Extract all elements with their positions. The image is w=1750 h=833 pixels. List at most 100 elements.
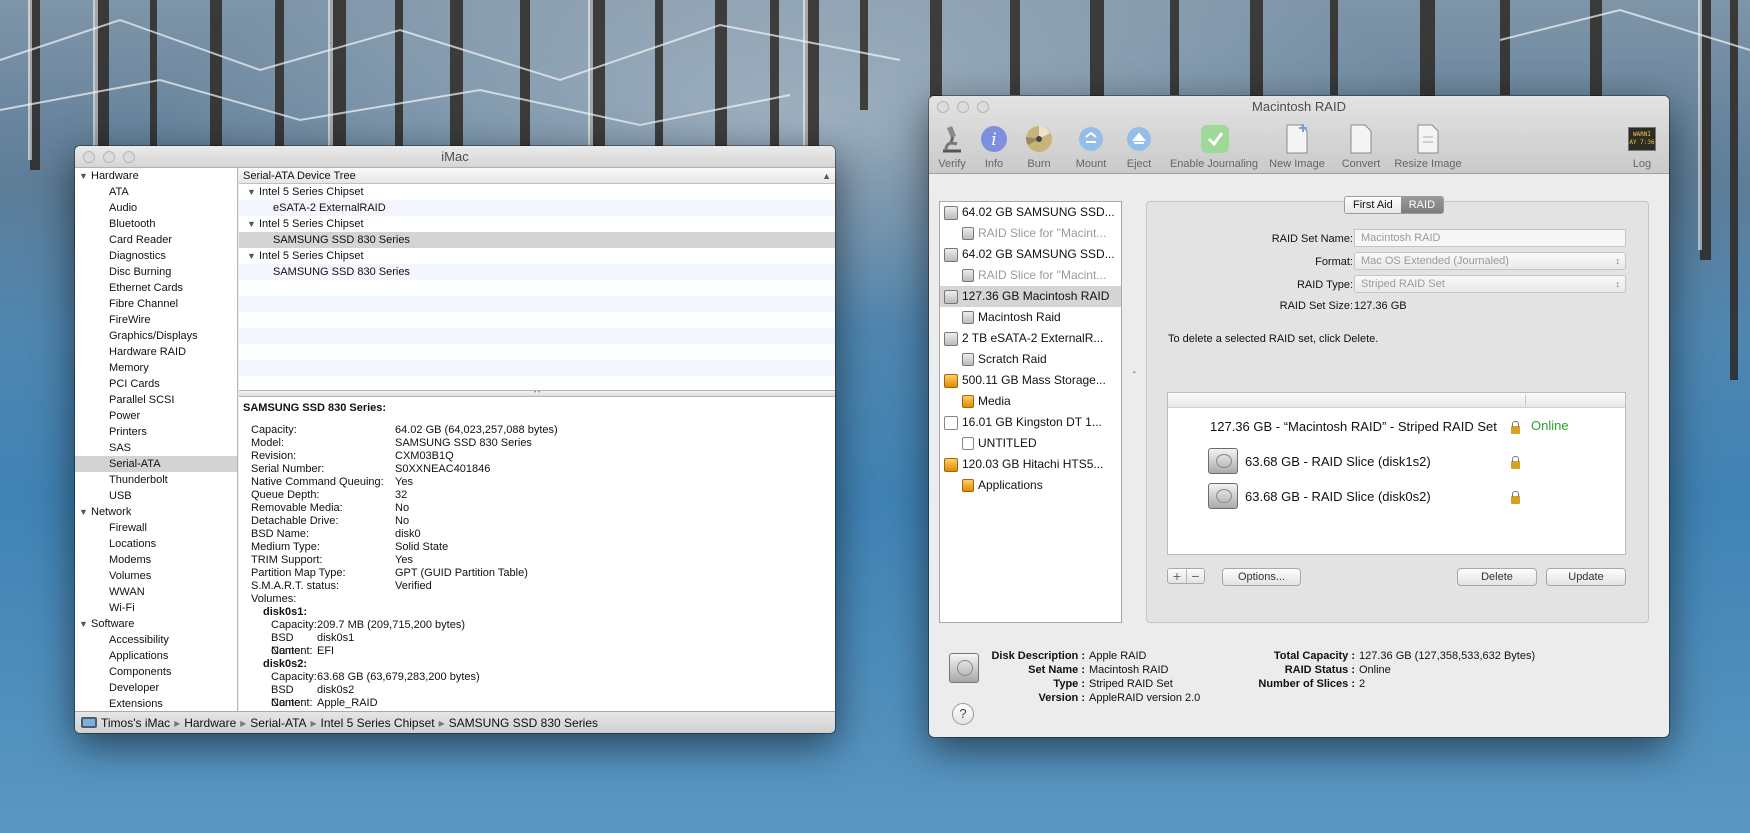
delete-button[interactable]: Delete	[1457, 568, 1537, 586]
sidebar-item[interactable]: Bluetooth	[75, 216, 237, 232]
disclosure-triangle-icon[interactable]: ▼	[247, 184, 259, 200]
device-tree-row[interactable]: SAMSUNG SSD 830 Series	[239, 264, 835, 280]
sidebar-item[interactable]: Applications	[75, 648, 237, 664]
sidebar-item[interactable]: Components	[75, 664, 237, 680]
tab-first-aid[interactable]: First Aid	[1345, 197, 1401, 213]
sidebar-item[interactable]: Wi-Fi	[75, 600, 237, 616]
raid-slice-row[interactable]: 63.68 GB - RAID Slice (disk0s2)	[1245, 489, 1431, 504]
disk-item[interactable]: 64.02 GB SAMSUNG SSD...	[940, 202, 1121, 223]
volume-item[interactable]: RAID Slice for "Macint...	[940, 265, 1121, 286]
sidebar-item[interactable]: Fibre Channel	[75, 296, 237, 312]
mount-button[interactable]: Mount	[1066, 124, 1116, 170]
sidebar-item[interactable]: Firewall	[75, 520, 237, 536]
disk-item[interactable]: 120.03 GB Hitachi HTS5...	[940, 454, 1121, 475]
sidebar-item[interactable]: Hardware RAID	[75, 344, 237, 360]
add-button[interactable]: +	[1168, 569, 1186, 583]
volume-item[interactable]: Scratch Raid	[940, 349, 1121, 370]
convert-button[interactable]: Convert	[1338, 124, 1384, 170]
enable-journaling-button[interactable]: Enable Journaling	[1166, 124, 1262, 170]
sidebar-item[interactable]: Serial-ATA	[75, 456, 237, 472]
tab-raid[interactable]: RAID	[1400, 197, 1444, 213]
options-button[interactable]: Options...	[1222, 568, 1301, 586]
split-view-handle[interactable]: ⌃	[1131, 370, 1138, 379]
window-titlebar[interactable]: Macintosh RAID	[929, 96, 1669, 118]
raid-type-popup[interactable]: Striped RAID Set	[1354, 275, 1626, 293]
sidebar-item[interactable]: FireWire	[75, 312, 237, 328]
volume-item[interactable]: Applications	[940, 475, 1121, 496]
sidebar-item[interactable]: Power	[75, 408, 237, 424]
sidebar-item[interactable]: ATA	[75, 184, 237, 200]
volume-item[interactable]: Media	[940, 391, 1121, 412]
disclosure-triangle-icon[interactable]: ▼	[247, 216, 259, 232]
device-tree-row[interactable]: eSATA-2 ExternalRAID	[239, 200, 835, 216]
device-tree-row[interactable]: SAMSUNG SSD 830 Series	[239, 232, 835, 248]
device-tree-row[interactable]: ▼ Intel 5 Series Chipset	[239, 248, 835, 264]
disclosure-triangle-icon[interactable]: ▼	[247, 248, 259, 264]
minimize-button[interactable]	[103, 151, 115, 163]
sidebar-item[interactable]: Card Reader	[75, 232, 237, 248]
sidebar-item[interactable]: SAS	[75, 440, 237, 456]
close-button[interactable]	[83, 151, 95, 163]
close-button[interactable]	[937, 101, 949, 113]
minimize-button[interactable]	[957, 101, 969, 113]
sidebar-item[interactable]: Developer	[75, 680, 237, 696]
volume-item[interactable]: RAID Slice for "Macint...	[940, 223, 1121, 244]
new-image-button[interactable]: New Image	[1265, 124, 1329, 170]
raid-set-name-field[interactable]: Macintosh RAID	[1354, 229, 1626, 247]
volume-item[interactable]: UNTITLED	[940, 433, 1121, 454]
sidebar-item[interactable]: Accessibility	[75, 632, 237, 648]
device-tree-row[interactable]: ▼ Intel 5 Series Chipset	[239, 216, 835, 232]
sidebar-category[interactable]: ▼ Hardware	[75, 168, 237, 184]
sidebar-category[interactable]: ▼ Network	[75, 504, 237, 520]
sidebar-category[interactable]: ▼ Software	[75, 616, 237, 632]
sidebar-item[interactable]: Printers	[75, 424, 237, 440]
disclosure-triangle-icon[interactable]: ▼	[79, 168, 91, 184]
sidebar-item[interactable]: Parallel SCSI	[75, 392, 237, 408]
update-button[interactable]: Update	[1546, 568, 1626, 586]
path-segment[interactable]: Timos's iMac	[101, 716, 170, 730]
raid-set-row[interactable]: 127.36 GB - “Macintosh RAID” - Striped R…	[1210, 419, 1497, 434]
burn-button[interactable]: Burn	[1024, 124, 1054, 170]
sidebar-item[interactable]: PCI Cards	[75, 376, 237, 392]
device-tree-header[interactable]: Serial-ATA Device Tree ▲	[239, 168, 835, 184]
resize-image-button[interactable]: Resize Image	[1391, 124, 1465, 170]
disk-item[interactable]: 500.11 GB Mass Storage...	[940, 370, 1121, 391]
sidebar-item[interactable]: WWAN	[75, 584, 237, 600]
path-segment[interactable]: Serial-ATA	[250, 716, 306, 730]
path-segment[interactable]: Intel 5 Series Chipset	[321, 716, 435, 730]
sidebar-item[interactable]: Volumes	[75, 568, 237, 584]
volume-item[interactable]: Macintosh Raid	[940, 307, 1121, 328]
sidebar-item[interactable]: Audio	[75, 200, 237, 216]
sidebar-item[interactable]: Modems	[75, 552, 237, 568]
sidebar-item[interactable]: Locations	[75, 536, 237, 552]
remove-button[interactable]: −	[1186, 569, 1204, 583]
sidebar-item[interactable]: Memory	[75, 360, 237, 376]
path-segment[interactable]: SAMSUNG SSD 830 Series	[449, 716, 598, 730]
disk-item[interactable]: 127.36 GB Macintosh RAID	[940, 286, 1121, 307]
sidebar-item[interactable]: Graphics/Displays	[75, 328, 237, 344]
sidebar-item[interactable]: Diagnostics	[75, 248, 237, 264]
sidebar-item[interactable]: Disc Burning	[75, 264, 237, 280]
disk-item[interactable]: 16.01 GB Kingston DT 1...	[940, 412, 1121, 433]
zoom-button[interactable]	[977, 101, 989, 113]
eject-button[interactable]: Eject	[1116, 124, 1162, 170]
log-button[interactable]: WARNI AY 7:36 Log	[1625, 124, 1659, 170]
info-button[interactable]: i Info	[979, 124, 1009, 170]
help-button[interactable]: ?	[952, 703, 974, 725]
disk-item[interactable]: 64.02 GB SAMSUNG SSD...	[940, 244, 1121, 265]
path-segment[interactable]: Hardware	[184, 716, 236, 730]
sidebar-item[interactable]: Ethernet Cards	[75, 280, 237, 296]
zoom-button[interactable]	[123, 151, 135, 163]
disk-item[interactable]: 2 TB eSATA-2 ExternalR...	[940, 328, 1121, 349]
split-view-divider[interactable]: • •	[239, 390, 835, 397]
sidebar-item[interactable]: USB	[75, 488, 237, 504]
window-titlebar[interactable]: iMac	[75, 146, 835, 168]
format-popup[interactable]: Mac OS Extended (Journaled)	[1354, 252, 1626, 270]
sidebar-item[interactable]: Extensions	[75, 696, 237, 711]
disclosure-triangle-icon[interactable]: ▼	[79, 616, 91, 632]
disclosure-triangle-icon[interactable]: ▼	[79, 504, 91, 520]
sidebar-item[interactable]: Thunderbolt	[75, 472, 237, 488]
raid-slice-row[interactable]: 63.68 GB - RAID Slice (disk1s2)	[1245, 454, 1431, 469]
device-tree-row[interactable]: ▼ Intel 5 Series Chipset	[239, 184, 835, 200]
verify-button[interactable]: Verify	[937, 124, 967, 170]
